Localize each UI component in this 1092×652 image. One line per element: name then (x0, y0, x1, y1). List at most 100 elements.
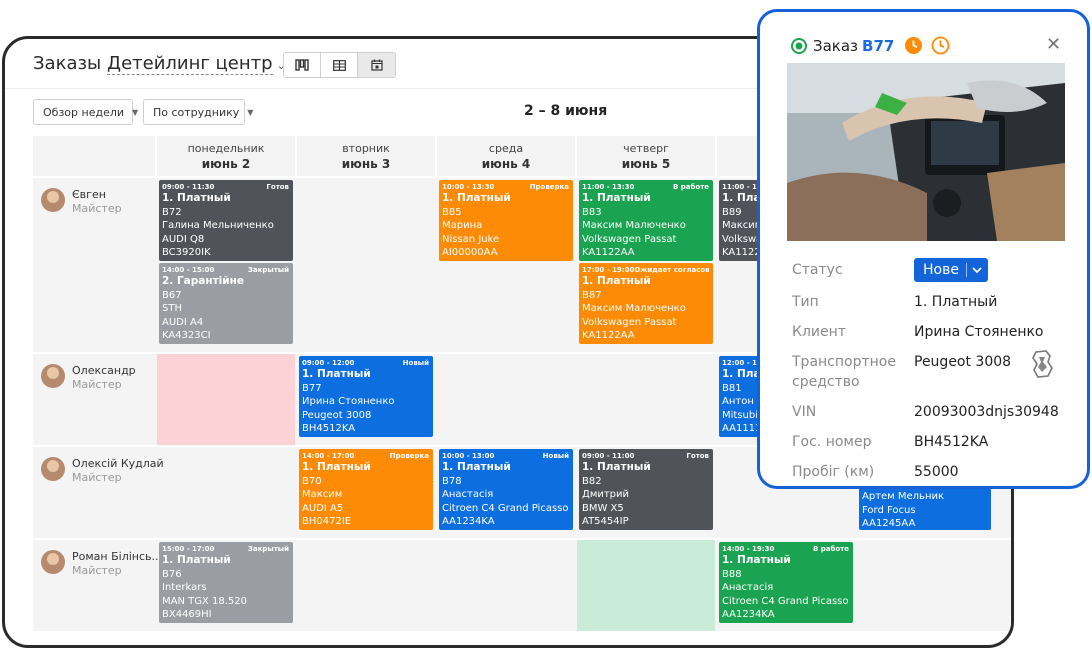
order-card[interactable]: 12:00 - 13:301. Платный B81 Антон Ру Mitsub… (719, 356, 761, 437)
property-value[interactable]: Ирина Стояненко (914, 322, 1044, 342)
order-client: Галина Мельниченко (162, 220, 274, 231)
order-time: 14:00 - 17:00 (302, 452, 355, 460)
order-status: Проверка (529, 183, 569, 191)
order-photo (787, 63, 1065, 241)
order-plate: BX4469HI (162, 609, 212, 620)
group-by-label: По сотруднику (153, 105, 240, 119)
order-card[interactable]: 10:00 - 13:00 Новый 1. Платный B78 Анастасія… (439, 449, 573, 530)
week-range: 2 – 8 июня (524, 103, 608, 119)
order-plate: KA1122AA (582, 330, 635, 341)
order-type: 1. Платный (442, 461, 511, 473)
order-status: Проверка (389, 452, 429, 460)
chevron-down-icon: ▼ (132, 107, 139, 117)
order-type: 1. Платный (162, 192, 231, 204)
group-by-dropdown[interactable]: По сотруднику ▼ (143, 99, 253, 125)
order-time: 14:00 - 15:00 (162, 266, 215, 274)
order-card[interactable]: 09:00 - 12:00 Новый 1. Платный B77 Ирина Сто… (299, 356, 433, 437)
order-card[interactable]: 11:00 - 13:30 В работе 1. Платный B83 Максим… (579, 180, 713, 261)
order-car: AUDI Q8 (162, 233, 205, 245)
order-code: B85 (442, 206, 462, 218)
order-code: B72 (162, 206, 182, 218)
employee-role: Майстер (72, 471, 122, 484)
property-label: Тип (792, 294, 819, 310)
column-header-employee (33, 136, 155, 176)
order-car: Volkswagen Passat (582, 316, 677, 328)
order-card[interactable]: 14:00 - 17:00 Проверка 1. Платный B70 Максим… (299, 449, 433, 530)
property-label: VIN (792, 404, 817, 420)
order-client: STH (162, 303, 182, 314)
property-value[interactable]: Peugeot 3008 (914, 352, 1011, 372)
unavailable-cell[interactable] (157, 354, 295, 445)
order-client: Максим (722, 220, 757, 231)
order-time: 14:00 - 19:30 (722, 545, 775, 553)
property-label: Гос. номер (792, 434, 872, 450)
employee-role: Майстер (72, 378, 122, 391)
order-card[interactable]: 14:00 - 15:00 Закрытый 2. Гарантійне B67 STH… (159, 263, 293, 344)
order-status: Готов (266, 183, 289, 191)
close-icon[interactable]: ✕ (1046, 34, 1061, 55)
location-label: Детейлинг центр (107, 53, 273, 74)
order-time: 11:00 - 13:30 (722, 183, 757, 191)
order-car: BMW X5 (582, 502, 624, 514)
order-type: 1. Платный (722, 368, 757, 380)
order-plate: BH4512KA (302, 423, 356, 434)
order-car: Peugeot 3008 (302, 409, 372, 421)
order-plate: AA1245AA (862, 518, 916, 529)
employee-role: Майстер (72, 564, 122, 577)
order-time: 09:00 - 11:00 (582, 452, 635, 460)
order-card[interactable]: 14:00 - 19:30 В работе 1. Платный B88 Анаста… (719, 542, 853, 623)
popup-header: Заказ B77 (790, 36, 950, 55)
view-table-button[interactable] (321, 53, 358, 77)
order-card[interactable]: 09:00 - 11:30 Готов 1. Платный B72 Галина Ме… (159, 180, 293, 261)
order-card[interactable]: 15:00 - 17:00 Закрытый 1. Платный B76 Interk… (159, 542, 293, 623)
view-calendar-button[interactable] (358, 53, 395, 77)
order-code: B70 (302, 475, 322, 487)
order-status: Ожидает согласования (634, 266, 709, 274)
columns-icon (295, 59, 309, 71)
weekday-label: понедельник (187, 142, 265, 155)
highlight-cell[interactable] (577, 540, 715, 631)
order-code: B83 (582, 206, 602, 218)
order-time: 12:00 - 13:30 (722, 359, 757, 367)
order-plate: AA1234KA (722, 609, 775, 620)
order-car: Volkswagen Passat (582, 233, 677, 245)
view-columns-button[interactable] (284, 53, 321, 77)
order-client: Максим (302, 489, 343, 500)
week-view-dropdown[interactable]: Обзор недели ▼ (33, 99, 138, 125)
order-time: 11:00 - 13:30 (582, 183, 635, 191)
order-card[interactable]: 09:00 - 11:00 Готов 1. Платный B82 Дмитрий BM… (579, 449, 713, 530)
order-plate: KA1122A (722, 247, 757, 258)
location-selector[interactable]: Детейлинг центр (107, 53, 273, 75)
order-card[interactable]: 11:00 - 13:301. Платный B89 Максим Volkswa K… (719, 180, 761, 261)
order-car: Nissan Juke (442, 233, 500, 245)
order-type: 1. Платный (722, 554, 791, 566)
order-card[interactable]: 10:00 - 13:30 Проверка 1. Платный B85 Марина… (439, 180, 573, 261)
employee-name: Роман Білінсь... (72, 550, 162, 563)
order-car: Volkswa (722, 233, 757, 245)
order-code: B89 (722, 206, 742, 218)
order-car: AUDI A4 (162, 316, 204, 328)
order-card[interactable]: 17:00 - 19:00Ожидает согласования1. Плат… (579, 263, 713, 344)
page-title-main: Заказы (33, 53, 102, 74)
property-label: Транспортное средство (792, 354, 896, 390)
avatar (41, 550, 65, 574)
order-client: Дмитрий (582, 489, 630, 500)
order-code: B77 (302, 382, 322, 394)
order-type: 1. Платный (582, 192, 651, 204)
order-type: 1. Платный (722, 192, 757, 204)
property-value: BH4512KA (914, 434, 989, 450)
status-value: Нове (923, 262, 959, 278)
radio-status-icon (791, 37, 807, 54)
status-dropdown[interactable]: Нове (914, 258, 988, 282)
page-title: Заказы Детейлинг центр ⌄ (33, 53, 286, 75)
order-time: 09:00 - 12:00 (302, 359, 355, 367)
order-car: AUDI A5 (302, 502, 344, 514)
order-code: B87 (582, 289, 602, 301)
column-header-day: вторник июнь 3 (297, 136, 435, 176)
order-plate: KA4323CI (162, 330, 211, 341)
date-label: июнь 2 (201, 157, 251, 171)
employee-role: Майстер (72, 202, 122, 215)
order-status: Новый (402, 359, 429, 367)
order-card[interactable]: Артем Мельник Ford Focus AA1245AA (859, 488, 991, 530)
order-type: 1. Платный (582, 275, 651, 287)
